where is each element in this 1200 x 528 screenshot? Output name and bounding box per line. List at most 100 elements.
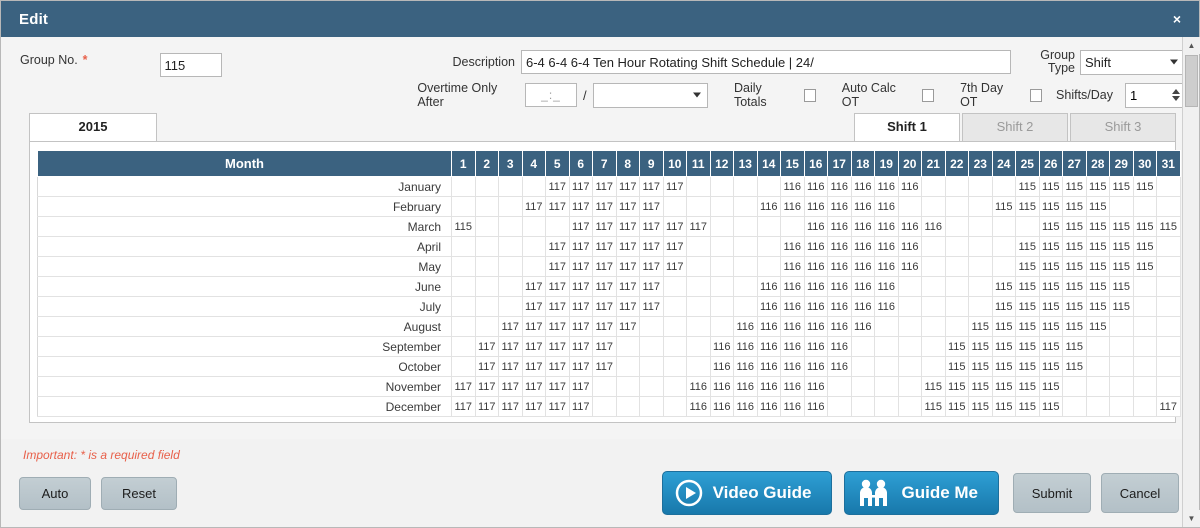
schedule-cell[interactable]: 115 bbox=[1015, 316, 1040, 337]
schedule-cell[interactable] bbox=[474, 196, 499, 217]
schedule-cell[interactable] bbox=[874, 376, 899, 397]
schedule-cell[interactable]: 117 bbox=[592, 176, 617, 197]
schedule-cell[interactable] bbox=[780, 216, 805, 237]
schedule-cell[interactable]: 117 bbox=[592, 336, 617, 357]
schedule-cell[interactable]: 116 bbox=[803, 176, 828, 197]
schedule-cell[interactable]: 116 bbox=[827, 316, 852, 337]
schedule-cell[interactable]: 116 bbox=[850, 236, 875, 257]
schedule-cell[interactable]: 117 bbox=[568, 376, 593, 397]
scrollbar-thumb[interactable] bbox=[1185, 55, 1198, 107]
schedule-cell[interactable] bbox=[733, 296, 758, 317]
schedule-cell[interactable] bbox=[1156, 256, 1181, 277]
schedule-cell[interactable] bbox=[474, 176, 499, 197]
vertical-scrollbar[interactable]: ▲ ▼ bbox=[1182, 37, 1200, 527]
auto-calc-ot-checkbox[interactable] bbox=[921, 88, 935, 102]
schedule-cell[interactable]: 115 bbox=[1062, 276, 1087, 297]
schedule-cell[interactable]: 117 bbox=[521, 316, 546, 337]
schedule-cell[interactable] bbox=[615, 336, 640, 357]
schedule-cell[interactable]: 116 bbox=[756, 376, 781, 397]
schedule-cell[interactable]: 116 bbox=[780, 276, 805, 297]
schedule-cell[interactable]: 117 bbox=[545, 376, 570, 397]
schedule-cell[interactable] bbox=[897, 356, 922, 377]
schedule-cell[interactable]: 116 bbox=[803, 316, 828, 337]
schedule-cell[interactable] bbox=[1062, 396, 1087, 417]
schedule-cell[interactable]: 117 bbox=[1156, 396, 1181, 417]
schedule-cell[interactable]: 115 bbox=[1156, 216, 1181, 237]
schedule-cell[interactable]: 117 bbox=[615, 316, 640, 337]
schedule-cell[interactable]: 117 bbox=[592, 296, 617, 317]
schedule-cell[interactable] bbox=[686, 276, 711, 297]
schedule-cell[interactable]: 115 bbox=[921, 396, 946, 417]
schedule-cell[interactable] bbox=[968, 276, 993, 297]
schedule-cell[interactable] bbox=[1085, 376, 1110, 397]
schedule-cell[interactable]: 117 bbox=[474, 396, 499, 417]
schedule-cell[interactable]: 117 bbox=[498, 336, 523, 357]
schedule-cell[interactable] bbox=[944, 316, 969, 337]
schedule-cell[interactable] bbox=[921, 236, 946, 257]
schedule-cell[interactable] bbox=[1156, 176, 1181, 197]
daily-totals-field[interactable]: Daily Totals bbox=[734, 81, 816, 109]
schedule-cell[interactable] bbox=[756, 216, 781, 237]
schedule-cell[interactable]: 117 bbox=[615, 196, 640, 217]
scroll-down-icon[interactable]: ▼ bbox=[1183, 510, 1200, 527]
schedule-cell[interactable]: 117 bbox=[639, 176, 664, 197]
schedule-cell[interactable]: 115 bbox=[1085, 196, 1110, 217]
schedule-cell[interactable]: 117 bbox=[545, 296, 570, 317]
schedule-cell[interactable]: 116 bbox=[803, 196, 828, 217]
schedule-cell[interactable] bbox=[874, 396, 899, 417]
schedule-cell[interactable]: 117 bbox=[474, 336, 499, 357]
schedule-cell[interactable]: 117 bbox=[592, 236, 617, 257]
schedule-cell[interactable]: 117 bbox=[592, 276, 617, 297]
schedule-cell[interactable] bbox=[498, 296, 523, 317]
schedule-cell[interactable] bbox=[733, 236, 758, 257]
schedule-cell[interactable]: 117 bbox=[568, 236, 593, 257]
schedule-cell[interactable]: 115 bbox=[1062, 216, 1087, 237]
schedule-cell[interactable]: 117 bbox=[545, 356, 570, 377]
schedule-cell[interactable]: 116 bbox=[921, 216, 946, 237]
schedule-cell[interactable] bbox=[1062, 376, 1087, 397]
schedule-cell[interactable]: 115 bbox=[944, 376, 969, 397]
schedule-cell[interactable] bbox=[521, 236, 546, 257]
schedule-cell[interactable] bbox=[921, 196, 946, 217]
schedule-cell[interactable] bbox=[474, 236, 499, 257]
schedule-cell[interactable] bbox=[686, 236, 711, 257]
schedule-cell[interactable]: 116 bbox=[780, 336, 805, 357]
schedule-cell[interactable] bbox=[968, 176, 993, 197]
schedule-cell[interactable]: 115 bbox=[991, 396, 1016, 417]
schedule-cell[interactable] bbox=[850, 356, 875, 377]
schedule-cell[interactable]: 115 bbox=[968, 316, 993, 337]
schedule-cell[interactable] bbox=[944, 196, 969, 217]
seventh-day-ot-checkbox[interactable] bbox=[1029, 88, 1043, 102]
schedule-cell[interactable]: 117 bbox=[615, 256, 640, 277]
overtime-time-input[interactable] bbox=[525, 83, 578, 107]
schedule-cell[interactable] bbox=[521, 256, 546, 277]
schedule-cell[interactable]: 115 bbox=[1038, 336, 1063, 357]
schedule-cell[interactable] bbox=[897, 316, 922, 337]
schedule-cell[interactable]: 115 bbox=[1015, 276, 1040, 297]
schedule-cell[interactable]: 115 bbox=[1038, 316, 1063, 337]
schedule-cell[interactable]: 117 bbox=[662, 216, 687, 237]
schedule-cell[interactable]: 117 bbox=[545, 176, 570, 197]
schedule-cell[interactable]: 116 bbox=[709, 356, 734, 377]
schedule-cell[interactable]: 115 bbox=[1015, 256, 1040, 277]
schedule-cell[interactable]: 115 bbox=[1062, 336, 1087, 357]
schedule-cell[interactable]: 117 bbox=[639, 236, 664, 257]
schedule-cell[interactable]: 117 bbox=[498, 316, 523, 337]
schedule-cell[interactable]: 117 bbox=[592, 316, 617, 337]
schedule-cell[interactable]: 115 bbox=[1015, 396, 1040, 417]
schedule-cell[interactable] bbox=[615, 356, 640, 377]
schedule-cell[interactable]: 117 bbox=[451, 376, 476, 397]
schedule-cell[interactable]: 115 bbox=[991, 336, 1016, 357]
schedule-cell[interactable] bbox=[968, 236, 993, 257]
schedule-cell[interactable] bbox=[662, 276, 687, 297]
schedule-cell[interactable] bbox=[827, 376, 852, 397]
schedule-cell[interactable] bbox=[639, 316, 664, 337]
schedule-cell[interactable]: 117 bbox=[568, 336, 593, 357]
schedule-cell[interactable]: 117 bbox=[568, 276, 593, 297]
schedule-cell[interactable]: 116 bbox=[756, 316, 781, 337]
schedule-cell[interactable]: 115 bbox=[1085, 276, 1110, 297]
schedule-cell[interactable] bbox=[921, 316, 946, 337]
group-no-input[interactable] bbox=[159, 53, 222, 77]
schedule-cell[interactable] bbox=[709, 236, 734, 257]
schedule-cell[interactable]: 116 bbox=[897, 256, 922, 277]
